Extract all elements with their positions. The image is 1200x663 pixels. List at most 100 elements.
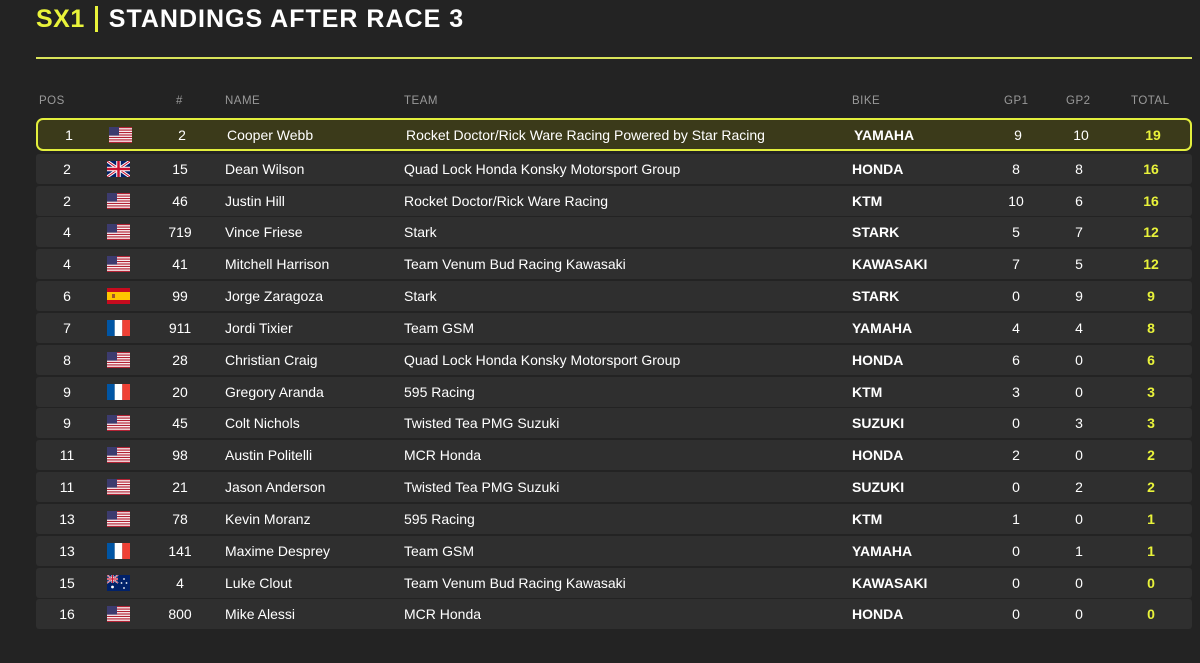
gp2-points-cell: 0: [1075, 447, 1083, 464]
gp2-points-cell: 7: [1075, 224, 1083, 241]
team-cell: 595 Racing: [404, 510, 475, 527]
total-points-cell: 2: [1147, 447, 1155, 464]
gp2-points-cell: 2: [1075, 479, 1083, 496]
bike-number-cell: 4: [176, 574, 184, 591]
pos-cell: 2: [63, 160, 71, 177]
rider-name-cell: Mike Alessi: [225, 606, 296, 623]
rider-name-cell: Luke Clout: [225, 574, 292, 591]
table-row[interactable]: 6 99 Jorge Zaragoza Stark STARK 0 9 9: [36, 281, 1192, 312]
col-gp2: GP2: [1066, 95, 1091, 107]
gp1-points-cell: 7: [1012, 256, 1020, 273]
table-row[interactable]: 4 719 Vince Friese Stark STARK 5 7 12: [36, 217, 1192, 248]
bike-number-cell: 719: [168, 224, 192, 241]
pos-cell: 16: [59, 606, 75, 623]
total-points-cell: 0: [1147, 574, 1155, 591]
bike-brand-cell: HONDA: [852, 606, 904, 623]
table-row[interactable]: 4 41 Mitchell Harrison Team Venum Bud Racin…: [36, 249, 1192, 280]
uk-flag-icon: [107, 160, 130, 177]
bike-number-cell: 45: [172, 415, 188, 432]
bike-brand-cell: KAWASAKI: [852, 574, 928, 591]
gp2-points-cell: 0: [1075, 574, 1083, 591]
rider-name-cell: Kevin Moranz: [225, 510, 311, 527]
bike-number-cell: 41: [172, 256, 188, 273]
table-row[interactable]: 7 911 Jordi Tixier Team GSM YAMAHA 4 4 8: [36, 312, 1192, 343]
us-flag-icon: [107, 510, 130, 527]
total-points-cell: 3: [1147, 415, 1155, 432]
rider-name-cell: Justin Hill: [225, 192, 285, 209]
us-flag-icon: [107, 415, 130, 432]
es-flag-icon: [107, 288, 130, 305]
bike-number-cell: 46: [172, 192, 188, 209]
table-row[interactable]: 16 800 Mike Alessi MCR Honda HONDA 0 0 0: [36, 599, 1192, 630]
pos-cell: 2: [63, 192, 71, 209]
pos-cell: 15: [59, 574, 75, 591]
team-cell: Team Venum Bud Racing Kawasaki: [404, 574, 626, 591]
bike-number-cell: 2: [178, 126, 186, 143]
gp2-points-cell: 3: [1075, 415, 1083, 432]
gp1-points-cell: 0: [1012, 415, 1020, 432]
gp2-points-cell: 0: [1075, 510, 1083, 527]
gp1-points-cell: 8: [1012, 160, 1020, 177]
us-flag-icon: [107, 479, 130, 496]
total-points-cell: 1: [1147, 510, 1155, 527]
bike-brand-cell: SUZUKI: [852, 415, 905, 432]
pos-cell: 4: [63, 256, 71, 273]
rider-name-cell: Christian Craig: [225, 351, 318, 368]
gp2-points-cell: 6: [1075, 192, 1083, 209]
table-row[interactable]: 2 15 Dean Wilson Quad Lock Honda Konsky Mot…: [36, 153, 1192, 184]
team-cell: Quad Lock Honda Konsky Motorsport Group: [404, 351, 681, 368]
table-header: POS # NAME TEAM BIKE GP1 GP2 TOTAL: [36, 92, 1192, 112]
total-points-cell: 2: [1147, 479, 1155, 496]
bike-brand-cell: KTM: [852, 383, 883, 400]
team-cell: Twisted Tea PMG Suzuki: [404, 479, 560, 496]
table-row[interactable]: 9 20 Gregory Aranda 595 Racing KTM 3 0 3: [36, 376, 1192, 407]
team-cell: Twisted Tea PMG Suzuki: [404, 415, 560, 432]
standings-table: 1 2 Cooper Webb Rocket Doctor/Rick Ware Rac…: [36, 118, 1192, 631]
table-row[interactable]: 13 78 Kevin Moranz 595 Racing KTM 1 0 1: [36, 503, 1192, 534]
pos-cell: 8: [63, 351, 71, 368]
rider-name-cell: Mitchell Harrison: [225, 256, 330, 273]
team-cell: Team GSM: [404, 542, 475, 559]
rider-name-cell: Colt Nichols: [225, 415, 300, 432]
bike-brand-cell: SUZUKI: [852, 479, 905, 496]
rider-name-cell: Austin Politelli: [225, 447, 313, 464]
team-cell: Quad Lock Honda Konsky Motorsport Group: [404, 160, 681, 177]
table-row[interactable]: 13 141 Maxime Desprey Team GSM YAMAHA 0 1 1: [36, 535, 1192, 566]
total-points-cell: 16: [1143, 160, 1159, 177]
gp2-points-cell: 0: [1075, 606, 1083, 623]
col-bike: BIKE: [852, 95, 881, 107]
table-row[interactable]: 15 4 Luke Clout Team Venum Bud Racing Kawas…: [36, 567, 1192, 598]
pos-cell: 7: [63, 319, 71, 336]
bike-number-cell: 28: [172, 351, 188, 368]
gp1-points-cell: 0: [1012, 606, 1020, 623]
table-row[interactable]: 11 98 Austin Politelli MCR Honda HONDA 2 0 2: [36, 440, 1192, 471]
page-title: STANDINGS AFTER RACE 3: [108, 4, 465, 33]
table-row[interactable]: 8 28 Christian Craig Quad Lock Honda Konsky…: [36, 344, 1192, 375]
bike-number-cell: 21: [172, 479, 188, 496]
total-points-cell: 12: [1143, 224, 1159, 241]
bike-brand-cell: YAMAHA: [854, 126, 915, 143]
bike-number-cell: 141: [168, 542, 192, 559]
table-row[interactable]: 2 46 Justin Hill Rocket Doctor/Rick Ware Ra…: [36, 185, 1192, 216]
col-pos: POS: [39, 95, 65, 107]
bike-brand-cell: YAMAHA: [852, 319, 913, 336]
total-points-cell: 0: [1147, 606, 1155, 623]
gp2-points-cell: 0: [1075, 351, 1083, 368]
rider-name-cell: Jason Anderson: [225, 479, 326, 496]
col-num: #: [176, 95, 183, 107]
table-row[interactable]: 11 21 Jason Anderson Twisted Tea PMG Suzuki…: [36, 472, 1192, 503]
series-label: SX1: [36, 4, 85, 33]
col-total: TOTAL: [1131, 95, 1170, 107]
total-points-cell: 6: [1147, 351, 1155, 368]
page-header: SX1 STANDINGS AFTER RACE 3: [36, 2, 464, 36]
bike-brand-cell: HONDA: [852, 447, 904, 464]
rider-name-cell: Gregory Aranda: [225, 383, 324, 400]
table-row-leader[interactable]: 1 2 Cooper Webb Rocket Doctor/Rick Ware Rac…: [36, 118, 1192, 151]
col-gp1: GP1: [1004, 95, 1029, 107]
total-points-cell: 3: [1147, 383, 1155, 400]
table-row[interactable]: 9 45 Colt Nichols Twisted Tea PMG Suzuki SUZ…: [36, 408, 1192, 439]
team-cell: MCR Honda: [404, 447, 482, 464]
gp1-points-cell: 10: [1008, 192, 1024, 209]
bike-number-cell: 98: [172, 447, 188, 464]
bike-number-cell: 800: [168, 606, 192, 623]
